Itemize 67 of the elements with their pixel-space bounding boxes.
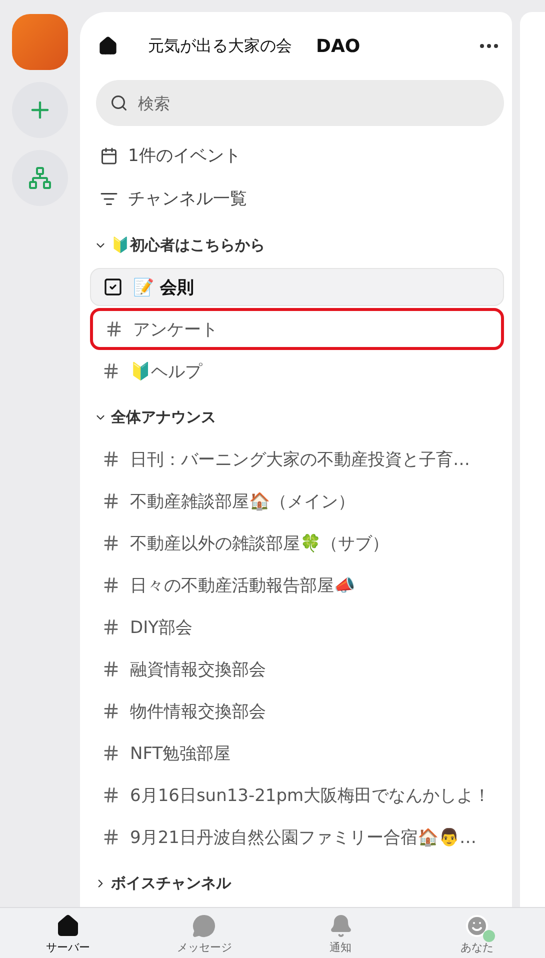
bell-icon [328, 914, 353, 938]
channel-name: 不動産以外の雑談部屋🍀（サブ） [130, 532, 389, 554]
calendar-icon [100, 146, 118, 164]
channel-item[interactable]: 6月16日sun13-21pm大阪梅田でなんかしよ！ [90, 774, 504, 816]
category-header[interactable]: ボイスチャンネル [90, 858, 504, 904]
hash-icon [102, 702, 120, 720]
channel-name: 不動産雑談部屋🏠（メイン） [130, 490, 355, 512]
channel-name: DIY部会 [130, 616, 192, 638]
hash-icon [102, 534, 120, 552]
channel-item[interactable]: アンケート [90, 308, 504, 350]
channel-name: 日々の不動産活動報告部屋📣 [130, 574, 355, 596]
hash-icon [102, 362, 120, 380]
server-suffix: DAO [316, 36, 362, 56]
hash-icon [102, 450, 120, 468]
channel-item[interactable]: 融資情報交換部会 [90, 648, 504, 690]
channel-name: アンケート [133, 318, 218, 340]
tree-icon [28, 166, 52, 190]
channel-name: 6月16日sun13-21pm大阪梅田でなんかしよ！ [130, 784, 491, 806]
channel-item[interactable]: 不動産雑談部屋🏠（メイン） [90, 480, 504, 522]
shortcut-label: チャンネル一覧 [128, 188, 247, 210]
channel-item[interactable]: 9月21日丹波自然公園ファミリー合宿🏠👨… [90, 816, 504, 858]
channel-name: 9月21日丹波自然公園ファミリー合宿🏠👨… [130, 826, 476, 848]
checklist-icon [103, 277, 123, 297]
server-photo-placeholder[interactable] [12, 14, 68, 70]
category-header[interactable]: 🔰初心者はこちらから [90, 220, 504, 266]
more-icon [480, 44, 498, 48]
home-icon [56, 914, 80, 938]
hash-icon [102, 660, 120, 678]
channel-item[interactable]: DIY部会 [90, 606, 504, 648]
channel-item[interactable]: NFT勉強部屋 [90, 732, 504, 774]
status-dot [482, 930, 495, 942]
channel-name: 🔰ヘルプ [130, 360, 202, 382]
shortcut-item[interactable]: チャンネル一覧 [90, 177, 504, 220]
channel-name: 融資情報交換部会 [130, 658, 266, 680]
nav-tab[interactable]: 通知 [272, 908, 409, 958]
server-name: 元気が出る大家の会 [148, 36, 292, 56]
hash-icon [105, 320, 123, 338]
category-name: ボイスチャンネル [111, 874, 231, 892]
more-button[interactable] [480, 44, 498, 48]
speech-bubble-icon [192, 914, 216, 938]
channel-name: 📝 会則 [133, 276, 194, 298]
channel-name: 物件情報交換部会 [130, 700, 266, 722]
channel-item[interactable]: 物件情報交換部会 [90, 690, 504, 732]
category-name: 全体アナウンス [111, 408, 216, 426]
nav-tab[interactable]: サーバー [0, 908, 136, 958]
hash-icon [102, 618, 120, 636]
category-header[interactable]: 全体アナウンス [90, 392, 504, 438]
channel-item[interactable]: 不動産以外の雑談部屋🍀（サブ） [90, 522, 504, 564]
nav-tab[interactable]: あなた [408, 908, 545, 958]
hash-icon [102, 786, 120, 804]
channel-item[interactable]: 日刊：バーニング大家の不動産投資と子育… [90, 438, 504, 480]
category-name: 🔰初心者はこちらから [111, 236, 265, 254]
search-field[interactable]: 検索 [96, 80, 504, 126]
shortcut-label: 1件のイベント [128, 145, 241, 167]
hash-icon [102, 576, 120, 594]
hash-icon [102, 828, 120, 846]
channel-name: 日刊：バーニング大家の不動産投資と子育… [130, 448, 470, 470]
channel-item[interactable]: 日々の不動産活動報告部屋📣 [90, 564, 504, 606]
hash-icon [102, 744, 120, 762]
channel-item[interactable]: 🔰ヘルプ [90, 350, 504, 392]
shortcut-item[interactable]: 1件のイベント [90, 134, 504, 177]
avatar-icon [464, 914, 489, 938]
nav-tab[interactable]: メッセージ [136, 908, 272, 958]
channel-item[interactable]: 📝 会則 [90, 268, 504, 306]
channel-name: NFT勉強部屋 [130, 742, 231, 764]
hash-icon [102, 492, 120, 510]
server-home-icon [98, 36, 118, 56]
